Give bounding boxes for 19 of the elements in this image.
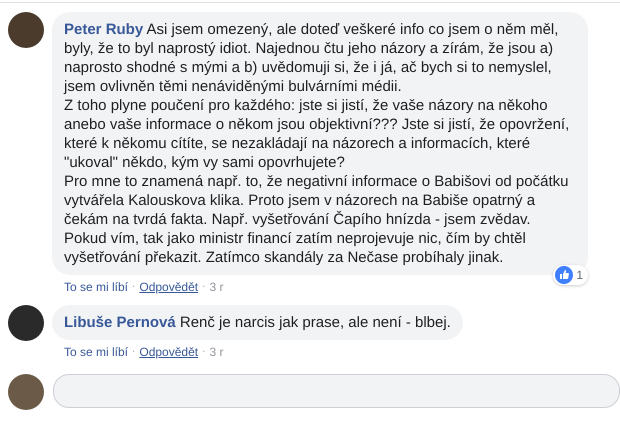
like-link[interactable]: To se mi líbí (64, 344, 128, 360)
separator-dot: · (132, 280, 136, 294)
separator-dot: · (202, 345, 206, 359)
author-link[interactable]: Libuše Pernová (64, 314, 176, 331)
like-icon (555, 266, 574, 284)
comment-text: Peter Ruby Asi jsem omezený, ale doteď veškeré info co jsem o něm měl, byly, že to byl naprostý idiot. Najednou čtu jeho názory a zírám, že jsou a) naprosto shodné s mými a b) uvědomuji si, že i já, ač bych si to nemyslel, jsem ovlivněn těmi nenáviděnými bulvárními médii. Z toho plyne poučení pro každého: jste si jistí, že vaše názory na někoho anebo vaše informace o někom jsou objektivní??? Jste si jistí, že opovržení, které k někomu cítíte, se nezakládají na názorech a informacích, které "ukoval" někdo, kým vy sami opovrhujete? Pro mne to znamená např. to, že negativní informace o Babišovi od počátku vytvářela Kalouskova klika. Proto jsem v názorech na Babiše opatrný a čekám na tvrdá fakta. Např. vyšetřování Čapího hnízda - jsem zvědav. Pokud vím, tak jako ministr financí zatím neprojevuje nic, čím by chtěl vyšetřování překazit. Zatímco skandály za Nečase probíhaly jinak. (64, 20, 570, 267)
reaction-badge[interactable]: 1 (553, 265, 588, 285)
separator-dot: · (202, 280, 206, 294)
reply-link[interactable]: Odpovědět (139, 279, 198, 295)
reaction-count: 1 (576, 267, 583, 284)
comment-input-field[interactable] (53, 374, 620, 408)
separator-dot: · (132, 345, 136, 359)
like-link[interactable]: To se mi líbí (64, 279, 128, 295)
comment-text: Libuše Pernová Renč je narcis jak prase, ale není - blbej. (64, 313, 451, 332)
reply-link[interactable]: Odpovědět (139, 344, 198, 360)
avatar[interactable] (8, 305, 44, 341)
avatar[interactable] (8, 12, 44, 48)
avatar (8, 374, 44, 410)
author-link[interactable]: Peter Ruby (64, 21, 144, 38)
